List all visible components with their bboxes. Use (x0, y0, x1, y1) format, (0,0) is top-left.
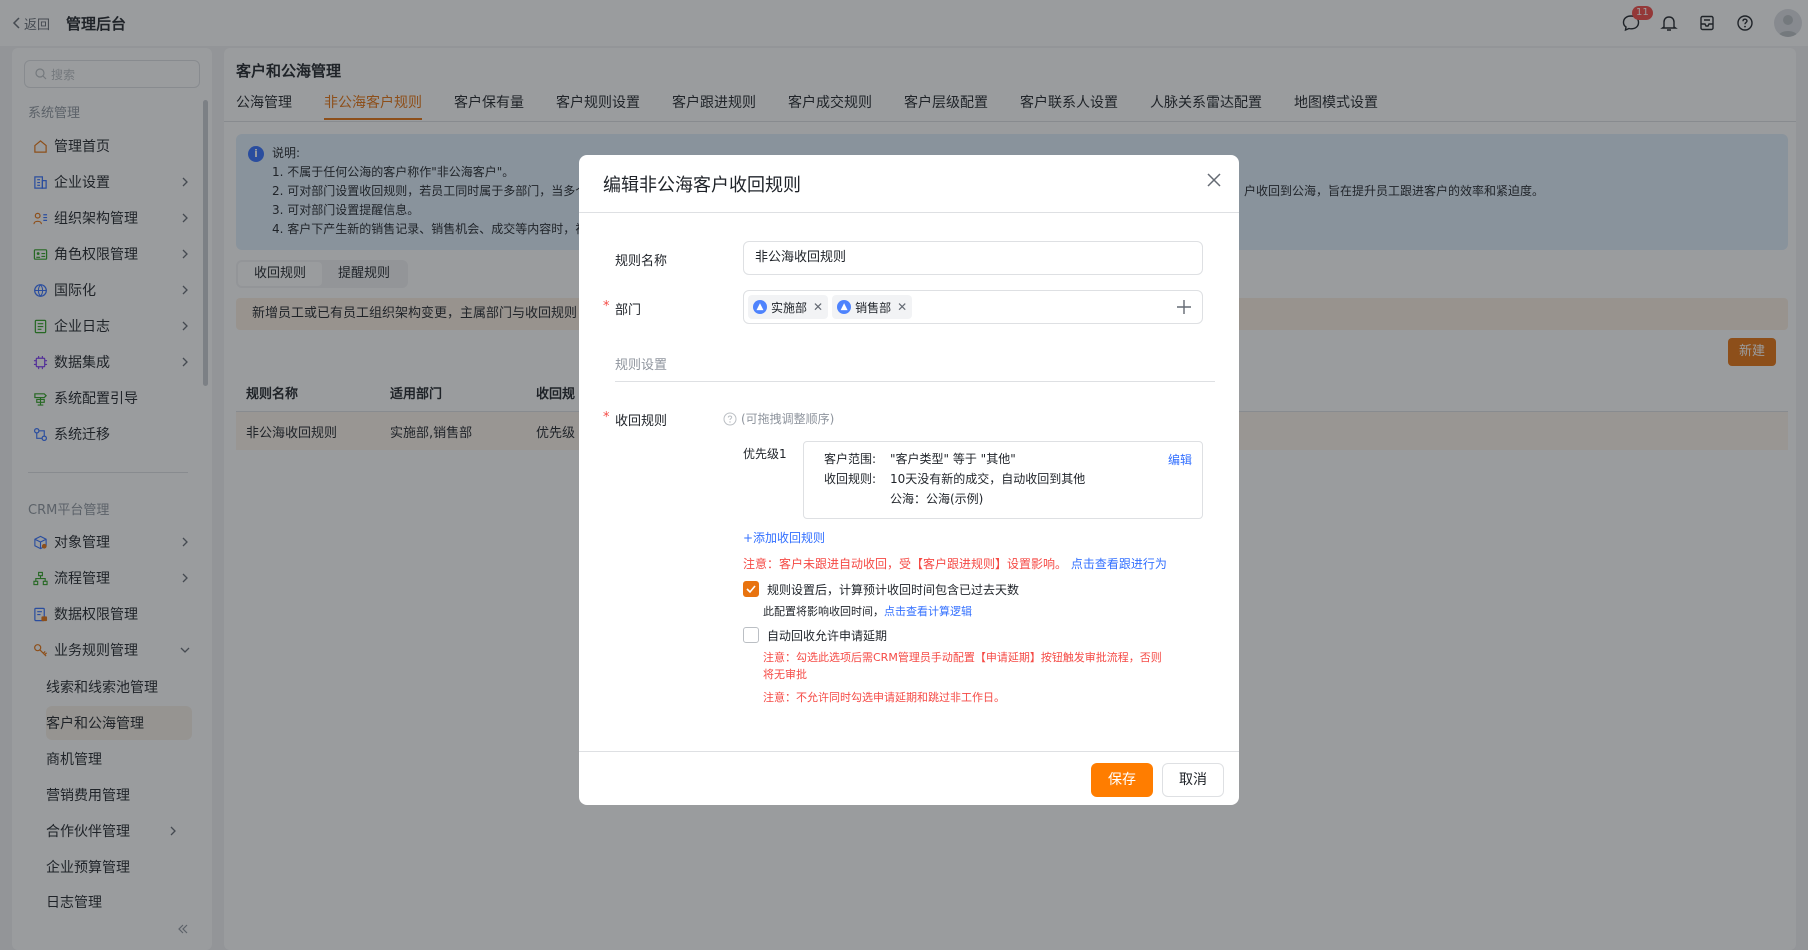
remove-tag-icon[interactable]: ✕ (897, 300, 907, 314)
dialog-header-divider (579, 212, 1239, 213)
check-icon (746, 585, 756, 594)
scope-key: 客户范围: (824, 452, 877, 466)
include-past-days-label: 规则设置后，计算预计收回时间包含已过去天数 (767, 583, 1020, 597)
rule-key: 收回规则: (824, 472, 877, 486)
dialog-title: 编辑非公海客户收回规则 (603, 175, 801, 196)
view-followup-link[interactable]: 点击查看跟进行为 (1071, 557, 1167, 571)
close-button[interactable] (1205, 171, 1223, 193)
pool-value: 公海：公海(示例) (890, 492, 984, 506)
dept-select[interactable]: ▲ 实施部 ✕ ▲ 销售部 ✕ (743, 290, 1203, 324)
save-button[interactable]: 保存 (1091, 763, 1153, 797)
followup-note: 注意：客户未跟进自动收回，受【客户跟进规则】设置影响。 点击查看跟进行为 (743, 557, 1167, 571)
dept-icon: ▲ (753, 300, 767, 314)
dept-icon: ▲ (837, 300, 852, 314)
allow-extension-checkbox[interactable] (743, 627, 759, 643)
rule-settings-section: 规则设置 (615, 358, 668, 373)
recycle-rule-label: * 收回规则 (603, 410, 668, 429)
edit-rule-dialog: 编辑非公海客户收回规则 规则名称 非公海收回规则 * 部门 ▲ 实施部 ✕ ▲ 销… (579, 155, 1239, 805)
priority-label: 优先级1 (743, 447, 787, 461)
add-rule-link[interactable]: +添加收回规则 (743, 529, 825, 546)
close-icon (1207, 173, 1221, 187)
rule-name-label: 规则名称 (615, 254, 668, 269)
remove-tag-icon[interactable]: ✕ (813, 300, 823, 314)
dialog-footer-divider (579, 751, 1239, 752)
rule-name-input[interactable]: 非公海收回规则 (743, 241, 1203, 275)
cancel-button[interactable]: 取消 (1162, 763, 1224, 797)
skip-workday-note: 注意：不允许同时勾选申请延期和跳过非工作日。 (763, 691, 1005, 704)
view-logic-link[interactable]: 点击查看计算逻辑 (884, 605, 972, 618)
allow-extension-label: 自动回收允许申请延期 (767, 629, 888, 643)
question-icon (723, 412, 737, 425)
include-past-days-checkbox[interactable] (743, 581, 759, 597)
include-past-days-desc: 此配置将影响收回时间，点击查看计算逻辑 (763, 605, 972, 618)
scope-value: "客户类型" 等于 "其他" (890, 452, 1016, 466)
dept-tag: ▲ 销售部 ✕ (832, 295, 913, 319)
section-divider (615, 381, 1215, 382)
dept-tag: ▲ 实施部 ✕ (748, 295, 829, 319)
rule-card[interactable]: 客户范围: "客户类型" 等于 "其他" 收回规则: 10天没有新的成交，自动收… (803, 441, 1203, 519)
edit-rule-link[interactable]: 编辑 (1168, 450, 1192, 470)
dept-label: * 部门 (603, 299, 642, 318)
rule-value: 10天没有新的成交，自动收回到其他 (890, 472, 1086, 486)
allow-extension-note: 注意：勾选此选项后需CRM管理员手动配置【申请延期】按钮触发审批流程，否则 将无… (763, 651, 1162, 681)
rule-hint: (可拖拽调整顺序) (723, 410, 834, 427)
plus-icon[interactable] (1174, 297, 1194, 317)
